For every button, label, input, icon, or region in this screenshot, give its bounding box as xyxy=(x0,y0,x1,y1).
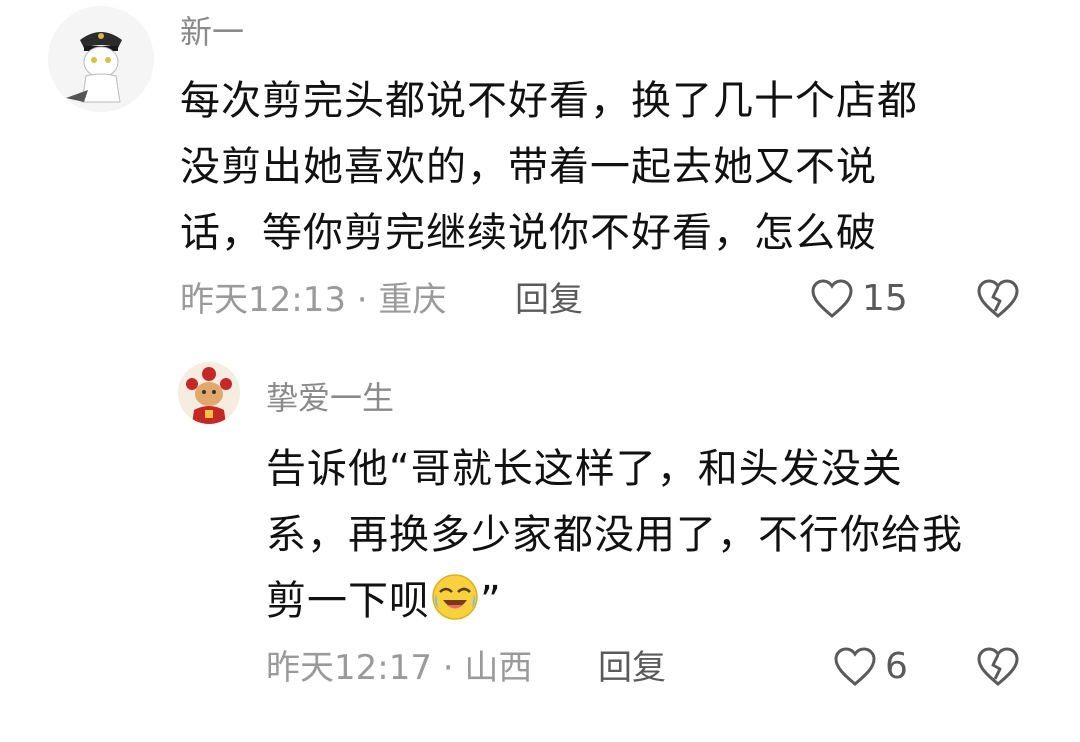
comment-line: 剪一下呗 ” xyxy=(266,568,963,634)
comment-2: 挚爱一生 告诉他“哥就长这样了，和头发没关 系，再换多少家都没用了，不行你给我 … xyxy=(0,340,1080,742)
closing-quote: ” xyxy=(480,578,502,624)
dislike-button[interactable] xyxy=(975,646,1021,692)
comment-line: 话，等你剪完继续说你不好看，怎么破 xyxy=(180,210,877,256)
dislike-button[interactable] xyxy=(975,278,1021,324)
broken-heart-icon xyxy=(977,647,1019,686)
username[interactable]: 挚爱一生 xyxy=(266,378,394,418)
reply-button[interactable]: 回复 xyxy=(515,280,583,320)
comment-line: 每次剪完头都说不好看，换了几十个店都 xyxy=(180,78,918,124)
like-button[interactable]: 15 xyxy=(810,278,908,320)
comment-1: 新一 每次剪完头都说不好看，换了几十个店都 没剪出她喜欢的，带着一起去她又不说 … xyxy=(0,0,1080,340)
comment-line: 告诉他“哥就长这样了，和头发没关 xyxy=(266,446,903,492)
comment-line: 没剪出她喜欢的，带着一起去她又不说 xyxy=(180,144,877,190)
comment-text: 告诉他“哥就长这样了，和头发没关 系，再换多少家都没用了，不行你给我 剪一下呗 … xyxy=(266,436,963,634)
reply-button[interactable]: 回复 xyxy=(598,648,666,688)
comment-line-text: 剪一下呗 xyxy=(266,578,430,624)
comment-line: 系，再换多少家都没用了，不行你给我 xyxy=(266,512,963,558)
crying-laughing-emoji xyxy=(432,574,478,620)
fortune-cat-avatar-icon xyxy=(178,362,240,424)
username[interactable]: 新一 xyxy=(180,12,244,52)
user-avatar[interactable] xyxy=(48,6,154,112)
like-button[interactable]: 6 xyxy=(833,646,908,688)
heart-icon xyxy=(811,279,853,318)
user-avatar[interactable] xyxy=(178,362,240,424)
like-count: 15 xyxy=(862,278,908,319)
comment-meta: 昨天12:13 · 重庆 xyxy=(180,280,447,320)
like-count: 6 xyxy=(885,646,908,687)
heart-icon xyxy=(834,647,876,686)
cat-avatar-icon xyxy=(48,6,154,112)
broken-heart-icon xyxy=(977,279,1019,318)
comment-meta: 昨天12:17 · 山西 xyxy=(266,648,533,688)
comment-text: 每次剪完头都说不好看，换了几十个店都 没剪出她喜欢的，带着一起去她又不说 话，等… xyxy=(180,68,918,266)
